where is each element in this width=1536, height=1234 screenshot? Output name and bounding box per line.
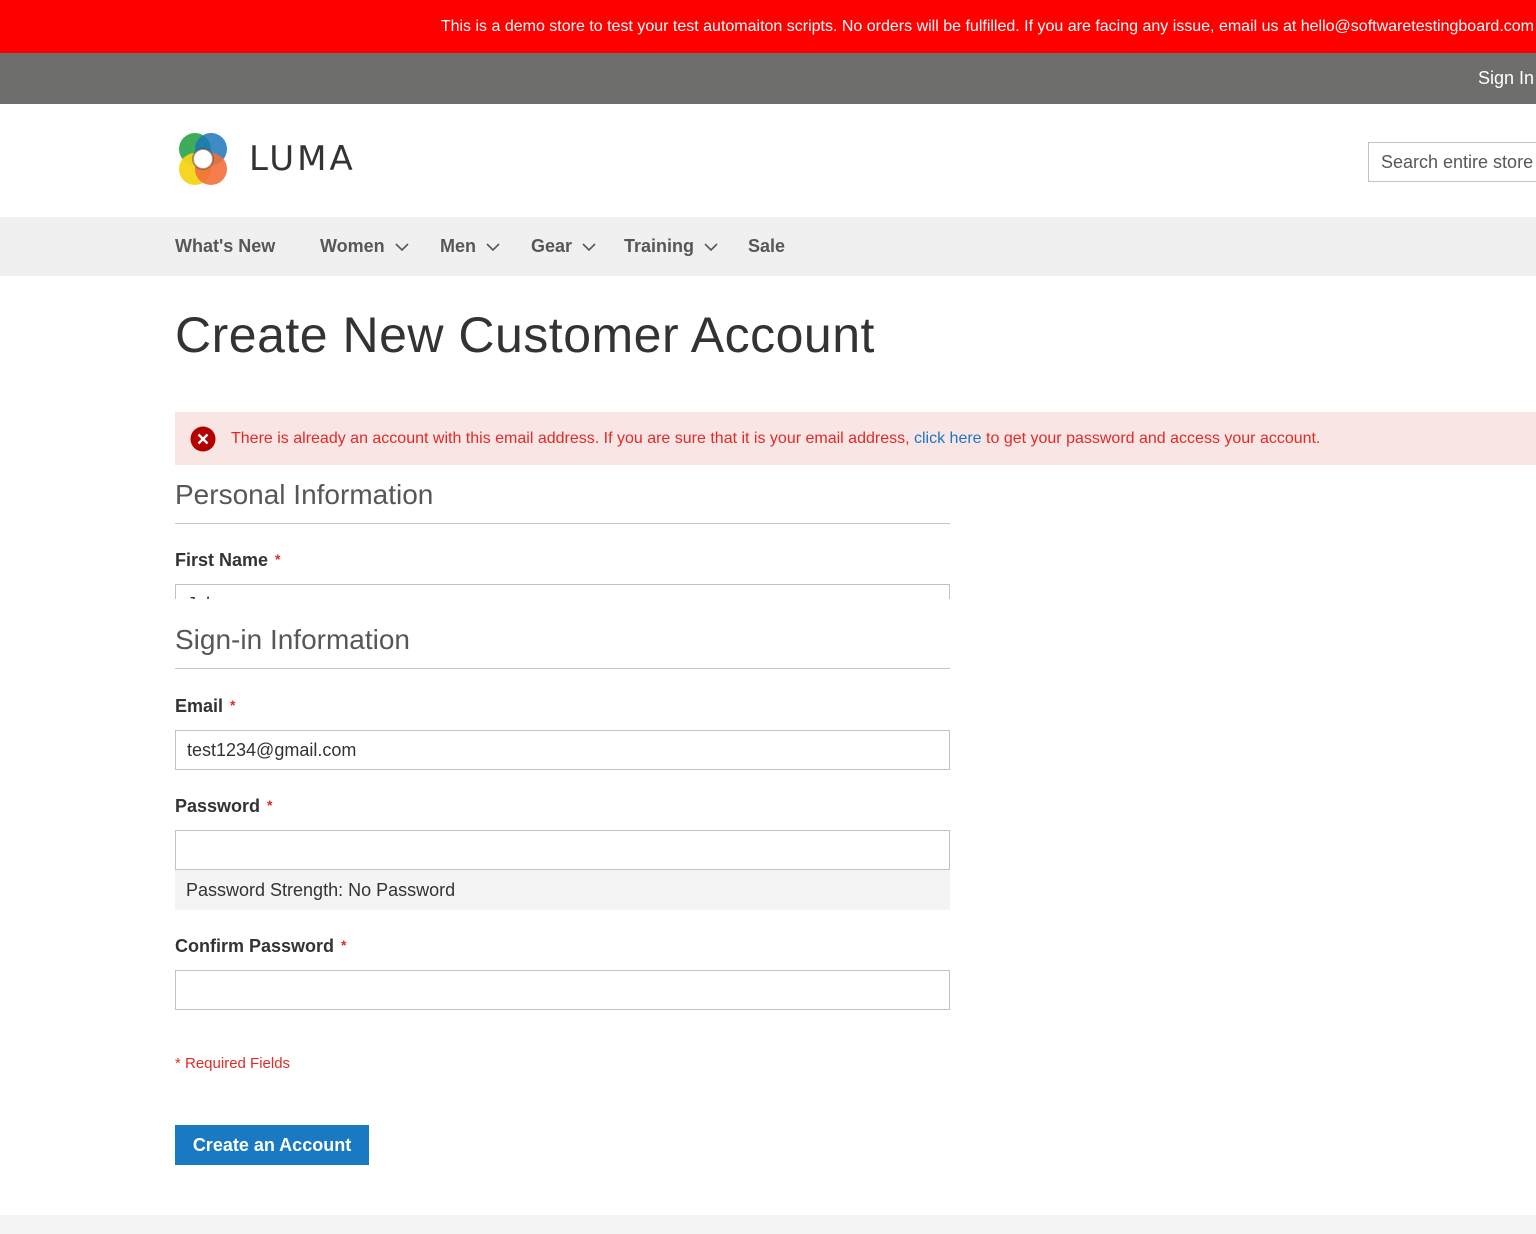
confirm-password-label-text: Confirm Password <box>175 936 335 956</box>
error-message-text-after: to get your password and access your acc… <box>986 429 1321 447</box>
luma-wordmark: LUMA <box>249 139 356 179</box>
page-title: Create New Customer Account <box>175 307 875 363</box>
chevron-down-icon <box>582 217 596 276</box>
chevron-down-icon <box>395 217 409 276</box>
footer-strip <box>0 1215 1536 1234</box>
nav-item-label: Sale <box>748 236 786 256</box>
nav-item-label: Training <box>624 236 695 256</box>
password-label-text: Password <box>175 796 261 816</box>
nav-item-label: Men <box>440 236 476 256</box>
demo-store-banner-text: This is a demo store to test your test a… <box>440 18 1534 35</box>
nav-item-training[interactable]: Training <box>624 217 718 276</box>
nav-item-label: Women <box>320 236 385 256</box>
chevron-down-icon <box>486 217 500 276</box>
required-asterisk: * <box>267 797 273 813</box>
nav-item-gear[interactable]: Gear <box>531 217 596 276</box>
chevron-down-icon <box>704 217 718 276</box>
first-name-label-text: First Name <box>175 550 269 570</box>
luma-logo-icon <box>179 133 227 185</box>
error-icon <box>190 426 216 451</box>
main-navigation: What's New Women Men Gear Training Sale <box>0 217 1536 276</box>
email-input[interactable] <box>175 730 950 770</box>
required-asterisk: * <box>230 697 236 713</box>
password-strength-meter: Password Strength: No Password <box>175 870 950 910</box>
sign-in-information-title: Sign-in Information <box>175 622 950 669</box>
first-name-input[interactable] <box>175 584 950 599</box>
confirm-password-input[interactable] <box>175 970 950 1010</box>
error-message: There is already an account with this em… <box>175 412 1536 465</box>
email-label-text: Email <box>175 696 224 716</box>
nav-item-women[interactable]: Women <box>320 217 409 276</box>
search-input[interactable] <box>1368 142 1536 182</box>
sign-in-link[interactable]: Sign In <box>1478 53 1534 104</box>
error-message-text: There is already an account with this em… <box>231 429 910 447</box>
site-header: LUMA <box>0 104 1536 217</box>
required-fields-note: * Required Fields <box>175 1055 291 1072</box>
luma-logo[interactable]: LUMA <box>175 131 356 187</box>
confirm-password-label: Confirm Password * <box>175 936 346 957</box>
click-here-link[interactable]: click here <box>914 430 982 448</box>
nav-item-whats-new[interactable]: What's New <box>175 217 275 276</box>
personal-information-title: Personal Information <box>175 477 950 524</box>
nav-item-sale[interactable]: Sale <box>748 217 785 276</box>
required-asterisk: * <box>341 937 347 953</box>
nav-item-men[interactable]: Men <box>440 217 500 276</box>
first-name-field-clip <box>175 584 950 599</box>
nav-item-label: What's New <box>175 236 276 256</box>
create-account-button[interactable]: Create an Account <box>175 1125 369 1165</box>
password-label: Password * <box>175 796 273 817</box>
email-label: Email * <box>175 696 235 717</box>
top-links-bar: Sign In <box>0 53 1536 104</box>
first-name-label: First Name * <box>175 550 281 571</box>
password-input[interactable] <box>175 830 950 870</box>
demo-store-banner: This is a demo store to test your test a… <box>0 0 1536 53</box>
required-asterisk: * <box>275 551 281 567</box>
nav-item-label: Gear <box>531 236 573 256</box>
